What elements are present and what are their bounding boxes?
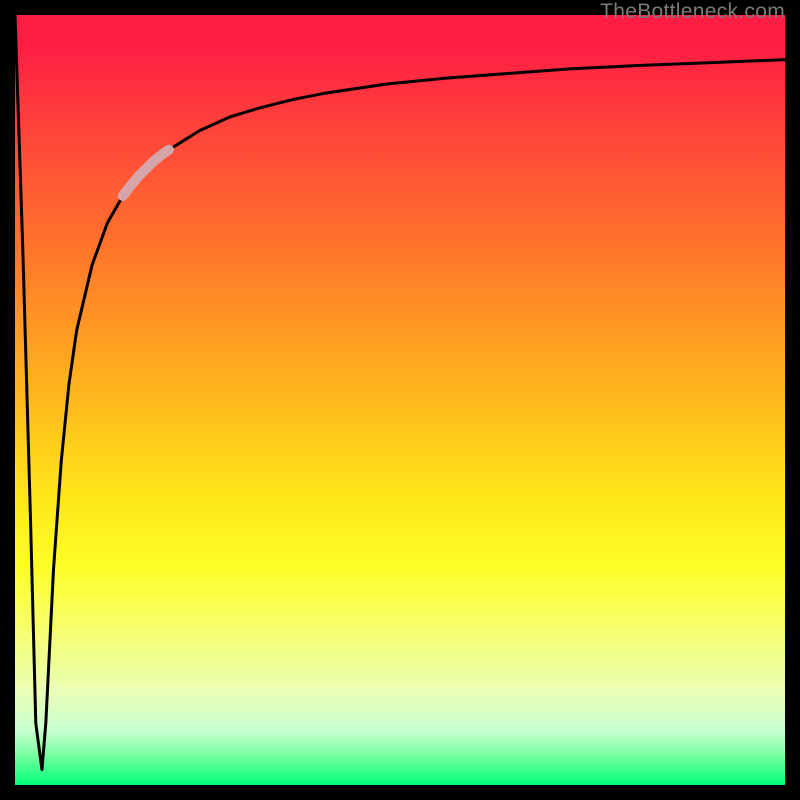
- plot-area: [15, 15, 785, 785]
- curve-svg: [15, 15, 785, 785]
- highlight-segment: [123, 150, 169, 196]
- attribution-label: TheBottleneck.com: [600, 0, 785, 24]
- chart-frame: TheBottleneck.com: [0, 0, 800, 800]
- bottleneck-curve: [15, 15, 785, 770]
